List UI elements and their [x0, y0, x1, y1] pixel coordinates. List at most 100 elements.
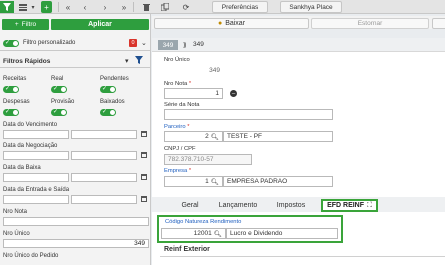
detail-tabs: Geral Lançamento Impostos EFD REINF ⛶ [152, 197, 445, 212]
provisao-toggle[interactable]: ✓ [51, 109, 67, 116]
unique-number-input[interactable]: 349 [3, 239, 149, 248]
funnel-icon[interactable] [0, 1, 14, 13]
sort-down-icon[interactable]: ▾ [125, 57, 129, 65]
quick-real-label: Real [51, 76, 64, 82]
nature-code-description: Lucro e Dividendo [226, 228, 338, 239]
calendar-icon[interactable] [141, 174, 147, 180]
prev-record-icon[interactable]: ‹ [79, 1, 91, 13]
unique-number-value: 349 [164, 65, 223, 76]
grid-view-icon[interactable] [17, 1, 28, 13]
chevron-down-icon[interactable]: ▾ [29, 1, 37, 13]
chevron-down-icon[interactable]: ⌄ [141, 39, 147, 47]
estornar-button[interactable]: Estornar [311, 18, 429, 29]
payment-date-from-input[interactable] [3, 173, 69, 182]
reinf-exterior-title: Reinf Exterior [164, 246, 210, 253]
top-toolbar: ▾ + « ‹ › » ⟳ Preferências Sankhya Place [0, 0, 445, 14]
filter-panel: + Filtro Aplicar ✓ Filtro personalizado … [0, 14, 151, 265]
sankhya-place-button[interactable]: Sankhya Place [280, 1, 342, 13]
series-label: Série da Nota [164, 102, 200, 108]
search-icon[interactable]: 🔍︎ [211, 133, 219, 141]
apply-button[interactable]: Aplicar [51, 19, 149, 30]
pendentes-toggle[interactable]: ✓ [100, 86, 116, 93]
invoice-number-input[interactable]: 1 [164, 88, 223, 99]
partner-label[interactable]: Parceiro * [164, 124, 189, 130]
divider [160, 256, 445, 257]
custom-filter-label: Filtro personalizado [23, 40, 76, 46]
filter-button[interactable]: + Filtro [2, 19, 49, 30]
action-bar: ● Baixar Estornar [152, 16, 445, 29]
plus-icon: + [14, 21, 19, 28]
receitas-toggle[interactable]: ✓ [3, 86, 19, 93]
custom-filter-count: 0 [129, 39, 137, 47]
cnpj-label: CNPJ / CPF [164, 146, 196, 152]
calendar-icon[interactable] [141, 196, 147, 202]
due-date-label: Data do Vencimento [3, 122, 58, 128]
series-input[interactable] [164, 109, 333, 120]
quick-provisao-label: Provisão [51, 99, 75, 105]
preferences-button[interactable]: Preferências [212, 1, 268, 13]
cnpj-value: 782.378.710-57 [164, 154, 252, 165]
custom-filter-toggle[interactable]: ✓ [3, 40, 19, 47]
record-nav-arrow-icon: ⟫ [183, 42, 187, 49]
negotiation-date-to-input[interactable] [71, 151, 137, 160]
record-header: 349 ⟫ 349 [152, 38, 445, 52]
add-icon[interactable]: + [41, 1, 52, 13]
tab-lancamento[interactable]: Lançamento [216, 199, 260, 212]
unique-number-label: Nro Único [3, 231, 30, 237]
company-name-input[interactable]: EMPRESA PADRAO [223, 176, 333, 187]
filter-button-label: Filtro [21, 21, 37, 28]
search-icon[interactable]: 🔍︎ [211, 178, 219, 186]
first-record-icon[interactable]: « [62, 1, 74, 13]
partner-name-input[interactable]: TESTE - PF [223, 131, 333, 142]
despesas-toggle[interactable]: ✓ [3, 109, 19, 116]
entry-exit-date-from-input[interactable] [3, 195, 69, 204]
tab-impostos[interactable]: Impostos [272, 199, 310, 212]
baixar-button-label: Baixar [225, 20, 246, 27]
copy-icon[interactable] [159, 1, 171, 13]
quick-despesas-label: Despesas [3, 99, 30, 105]
nature-code-label[interactable]: Código Natureza Rendimento [165, 219, 241, 225]
record-index-badge: 349 [158, 40, 178, 50]
payment-date-label: Data da Baixa [3, 165, 41, 171]
expand-icon[interactable]: ⛶ [367, 202, 372, 210]
tab-efd-reinf[interactable]: EFD REINF ⛶ [321, 199, 378, 212]
entry-exit-date-to-input[interactable] [71, 195, 137, 204]
due-date-to-input[interactable] [71, 130, 137, 139]
minus-circle-icon[interactable]: – [230, 90, 237, 97]
entry-exit-date-label: Data da Entrada e Saída [3, 187, 70, 193]
due-date-from-input[interactable] [3, 130, 69, 139]
quick-pendentes-label: Pendentes [100, 76, 129, 82]
negotiation-date-from-input[interactable] [3, 151, 69, 160]
order-unique-number-label: Nro Único do Pedido [3, 253, 59, 259]
refresh-icon[interactable]: ⟳ [180, 1, 192, 13]
more-actions-button[interactable] [432, 18, 445, 29]
tab-geral[interactable]: Geral [176, 199, 204, 212]
quick-baixados-label: Baixados [100, 99, 125, 105]
trash-icon[interactable] [140, 1, 152, 13]
company-label[interactable]: Empresa * [164, 168, 191, 174]
negotiation-date-label: Data da Negociação [3, 143, 58, 149]
next-record-icon[interactable]: › [99, 1, 111, 13]
partner-code-input[interactable]: 2 🔍︎ [164, 131, 223, 142]
company-code-input[interactable]: 1 🔍︎ [164, 176, 223, 187]
invoice-number-label: Nro Nota [3, 209, 28, 215]
real-toggle[interactable]: ✓ [51, 86, 67, 93]
invoice-number-input[interactable] [3, 217, 149, 226]
last-record-icon[interactable]: » [118, 1, 130, 13]
nature-code-input[interactable]: 12001 🔍︎ [161, 228, 226, 239]
invoice-number-label: Nro Nota * [164, 81, 192, 87]
search-icon[interactable]: 🔍︎ [214, 230, 222, 238]
coins-icon: ● [217, 20, 223, 27]
record-nav-number: 349 [193, 41, 204, 48]
calendar-icon[interactable] [141, 131, 147, 137]
quick-receitas-label: Receitas [3, 76, 27, 82]
baixar-button[interactable]: ● Baixar [154, 18, 309, 29]
nature-code-group: Código Natureza Rendimento 12001 🔍︎ Lucro… [157, 215, 343, 243]
unique-number-label: Nro Único [164, 57, 190, 63]
app-window: ▾ + « ‹ › » ⟳ Preferências Sankhya Place… [0, 0, 445, 265]
quick-filters-title: Filtros Rápidos [3, 58, 51, 65]
calendar-icon[interactable] [141, 152, 147, 158]
funnel-icon[interactable] [135, 56, 143, 67]
baixados-toggle[interactable]: ✓ [100, 109, 116, 116]
payment-date-to-input[interactable] [71, 173, 137, 182]
